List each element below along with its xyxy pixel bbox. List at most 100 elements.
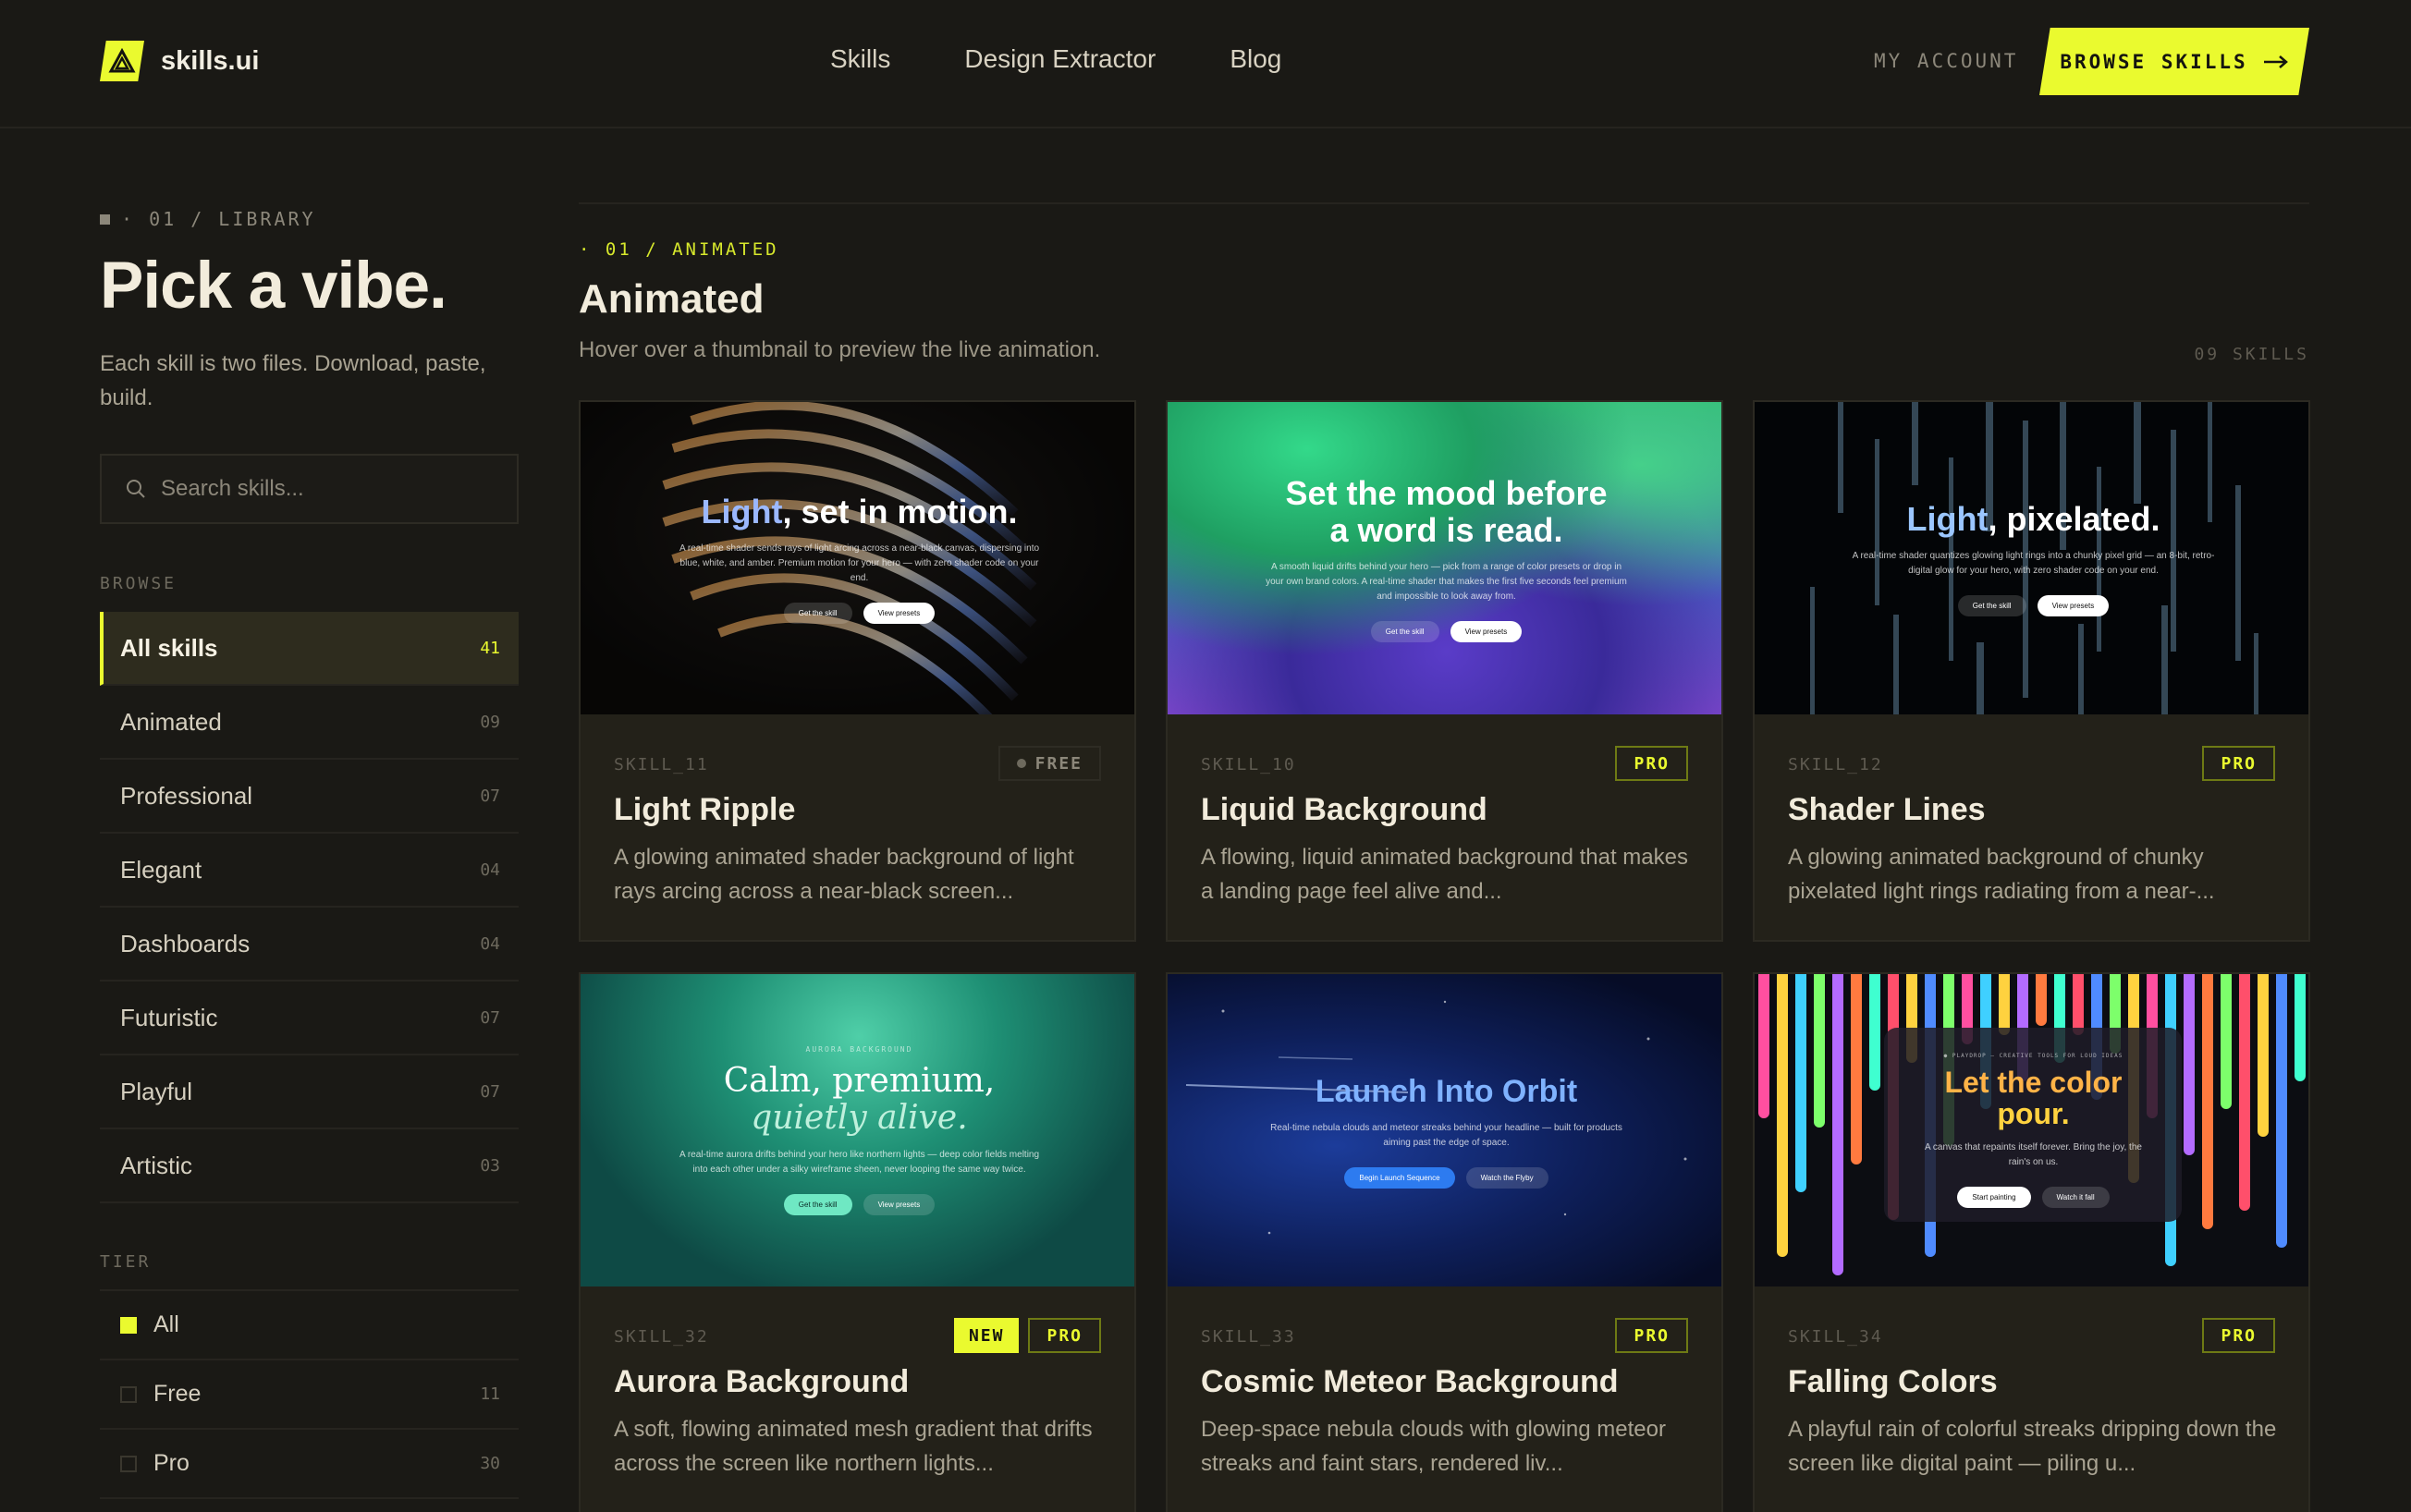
- card-title[interactable]: Aurora Background: [614, 1364, 909, 1400]
- thumbnail-buttons: Get the skill View presets: [1957, 594, 2110, 616]
- badge-group: NEW PRO: [953, 1318, 1101, 1353]
- headline-highlight: Light: [1906, 499, 1989, 538]
- thumbnail[interactable]: Light, pixelated. A real-time shader qua…: [1755, 402, 2308, 714]
- skill-card[interactable]: Light, set in motion. A real-time shader…: [579, 400, 1136, 942]
- tier-label: Free: [153, 1381, 202, 1407]
- category-elegant[interactable]: Elegant 04: [100, 834, 519, 908]
- category-label: Animated: [120, 707, 222, 736]
- headline-line-2: quietly alive.: [751, 1099, 968, 1137]
- skill-id: SKILL_12: [1788, 755, 1883, 774]
- thumbnail[interactable]: Light, set in motion. A real-time shader…: [581, 402, 1134, 714]
- headline-line-1: Let the color: [1944, 1066, 2123, 1099]
- thumbnail-body: A real-time shader sends rays of light a…: [679, 543, 1040, 583]
- badge-group: PRO: [2202, 746, 2275, 781]
- thumbnail-secondary-button: Watch the Flyby: [1465, 1166, 1548, 1189]
- checkbox-unchecked[interactable]: [120, 1385, 137, 1403]
- category-label: Dashboards: [120, 929, 251, 957]
- tier-left: Free: [120, 1381, 201, 1408]
- card-title[interactable]: Cosmic Meteor Background: [1201, 1364, 1619, 1400]
- headline-line-1: Set the mood before: [1285, 473, 1608, 512]
- tier-free[interactable]: Free 11: [100, 1360, 519, 1430]
- tier-left: Pro: [120, 1450, 190, 1477]
- card-title[interactable]: Shader Lines: [1788, 792, 1986, 828]
- nav-blog[interactable]: Blog: [1230, 44, 1281, 74]
- my-account-link[interactable]: MY ACCOUNT: [1874, 50, 2018, 72]
- checkbox-unchecked[interactable]: [120, 1455, 137, 1472]
- thumbnail-primary-button: Begin Launch Sequence: [1344, 1166, 1455, 1189]
- thumbnail-headline: Light, set in motion.: [702, 493, 1018, 530]
- section-eyebrow: · 01 / ANIMATED: [579, 239, 779, 260]
- tier-list: All Free 11 Pro 30: [100, 1289, 519, 1499]
- tier-pro[interactable]: Pro 30: [100, 1430, 519, 1499]
- card-description: A soft, flowing animated mesh gradient t…: [614, 1417, 1093, 1476]
- skill-card[interactable]: Light, pixelated. A real-time shader qua…: [1753, 400, 2310, 942]
- search-icon: [127, 480, 145, 498]
- thumbnail-buttons: Get the skill View presets: [783, 602, 936, 624]
- category-artistic[interactable]: Artistic 03: [100, 1129, 519, 1203]
- skill-id: SKILL_33: [1201, 1327, 1296, 1347]
- thumbnail-secondary-button: View presets: [2037, 594, 2110, 616]
- thumbnail-headline: Let the color pour.: [1944, 1067, 2122, 1129]
- category-professional[interactable]: Professional 07: [100, 760, 519, 834]
- thumbnail-buttons: Start painting Watch it fall: [1957, 1187, 2110, 1208]
- thumbnail-primary-button: Get the skill: [783, 1194, 852, 1215]
- card-title[interactable]: Light Ripple: [614, 792, 795, 828]
- brand-logo[interactable]: skills.ui: [100, 41, 259, 81]
- triangle-logo-icon: [100, 41, 144, 81]
- nav-skills[interactable]: Skills: [830, 44, 890, 74]
- skills-count: 09 SKILLS: [2194, 345, 2309, 364]
- thumbnail-primary-button: Get the skill: [1370, 620, 1439, 642]
- browse-skills-label: BROWSE SKILLS: [2060, 50, 2248, 73]
- category-count: 04: [480, 860, 500, 880]
- library-eyebrow-text: · 01 / LIBRARY: [121, 208, 316, 230]
- card-description: A glowing animated background of chunky …: [1788, 845, 2215, 904]
- nav-design-extractor[interactable]: Design Extractor: [964, 44, 1156, 74]
- card-description: A glowing animated shader background of …: [614, 845, 1074, 904]
- badge-group: PRO: [1615, 1318, 1688, 1353]
- library-eyebrow: · 01 / LIBRARY: [100, 208, 316, 230]
- card-description: Deep-space nebula clouds with glowing me…: [1201, 1417, 1666, 1476]
- skill-card[interactable]: AURORA BACKGROUND Calm, premium, quietly …: [579, 972, 1136, 1512]
- thumbnail-body: A real-time aurora drifts behind your he…: [679, 1150, 1040, 1175]
- category-animated[interactable]: Animated 09: [100, 686, 519, 760]
- pro-badge: PRO: [1028, 1318, 1101, 1353]
- skill-card[interactable]: ● PLAYDROP — CREATIVE TOOLS FOR LOUD IDE…: [1753, 972, 2310, 1512]
- divider: [579, 202, 2309, 204]
- tier-left: All: [120, 1311, 179, 1338]
- search-box[interactable]: [100, 454, 519, 524]
- thumbnail[interactable]: ● PLAYDROP — CREATIVE TOOLS FOR LOUD IDE…: [1755, 974, 2308, 1286]
- card-title[interactable]: Liquid Background: [1201, 792, 1487, 828]
- tier-all[interactable]: All: [100, 1291, 519, 1360]
- category-dashboards[interactable]: Dashboards 04: [100, 908, 519, 982]
- category-playful[interactable]: Playful 07: [100, 1055, 519, 1129]
- card-title[interactable]: Falling Colors: [1788, 1364, 1998, 1400]
- category-futuristic[interactable]: Futuristic 07: [100, 982, 519, 1055]
- headline-line-1: Calm, premium,: [723, 1062, 996, 1100]
- thumbnail-headline: Light, pixelated.: [1906, 499, 2160, 538]
- skill-id: SKILL_34: [1788, 1327, 1883, 1347]
- page-title: Pick a vibe.: [100, 250, 447, 323]
- skill-card[interactable]: Set the mood before a word is read. A smo…: [1166, 400, 1723, 942]
- browse-skills-button[interactable]: BROWSE SKILLS: [2039, 28, 2309, 95]
- thumbnail[interactable]: Launch Into Orbit Real-time nebula cloud…: [1168, 974, 1721, 1286]
- pro-badge: PRO: [1615, 746, 1688, 781]
- thumbnail-body: A canvas that repaints itself forever. B…: [1925, 1142, 2142, 1167]
- thumbnail-buttons: Get the skill View presets: [783, 1194, 936, 1215]
- thumbnail-body: Real-time nebula clouds and meteor strea…: [1270, 1122, 1622, 1148]
- search-input[interactable]: [161, 476, 494, 502]
- skill-card[interactable]: Launch Into Orbit Real-time nebula cloud…: [1166, 972, 1723, 1512]
- free-badge: FREE: [997, 746, 1101, 781]
- pro-badge: PRO: [2202, 746, 2275, 781]
- category-label: All skills: [120, 633, 218, 662]
- thumbnail-buttons: Get the skill View presets: [1370, 620, 1523, 642]
- category-all-skills[interactable]: All skills 41: [100, 612, 519, 686]
- thumbnail[interactable]: AURORA BACKGROUND Calm, premium, quietly …: [581, 974, 1134, 1286]
- headline-line-2: pour.: [1997, 1097, 2070, 1130]
- skill-id: SKILL_32: [614, 1327, 709, 1347]
- thumbnail-hero: AURORA BACKGROUND Calm, premium, quietly …: [581, 974, 1134, 1286]
- thumbnail-hero: Light, set in motion. A real-time shader…: [581, 402, 1134, 714]
- thumbnail[interactable]: Set the mood before a word is read. A smo…: [1168, 402, 1721, 714]
- headline-line-2: a word is read.: [1329, 510, 1563, 549]
- category-count: 41: [480, 638, 500, 658]
- checkbox-checked[interactable]: [120, 1316, 137, 1334]
